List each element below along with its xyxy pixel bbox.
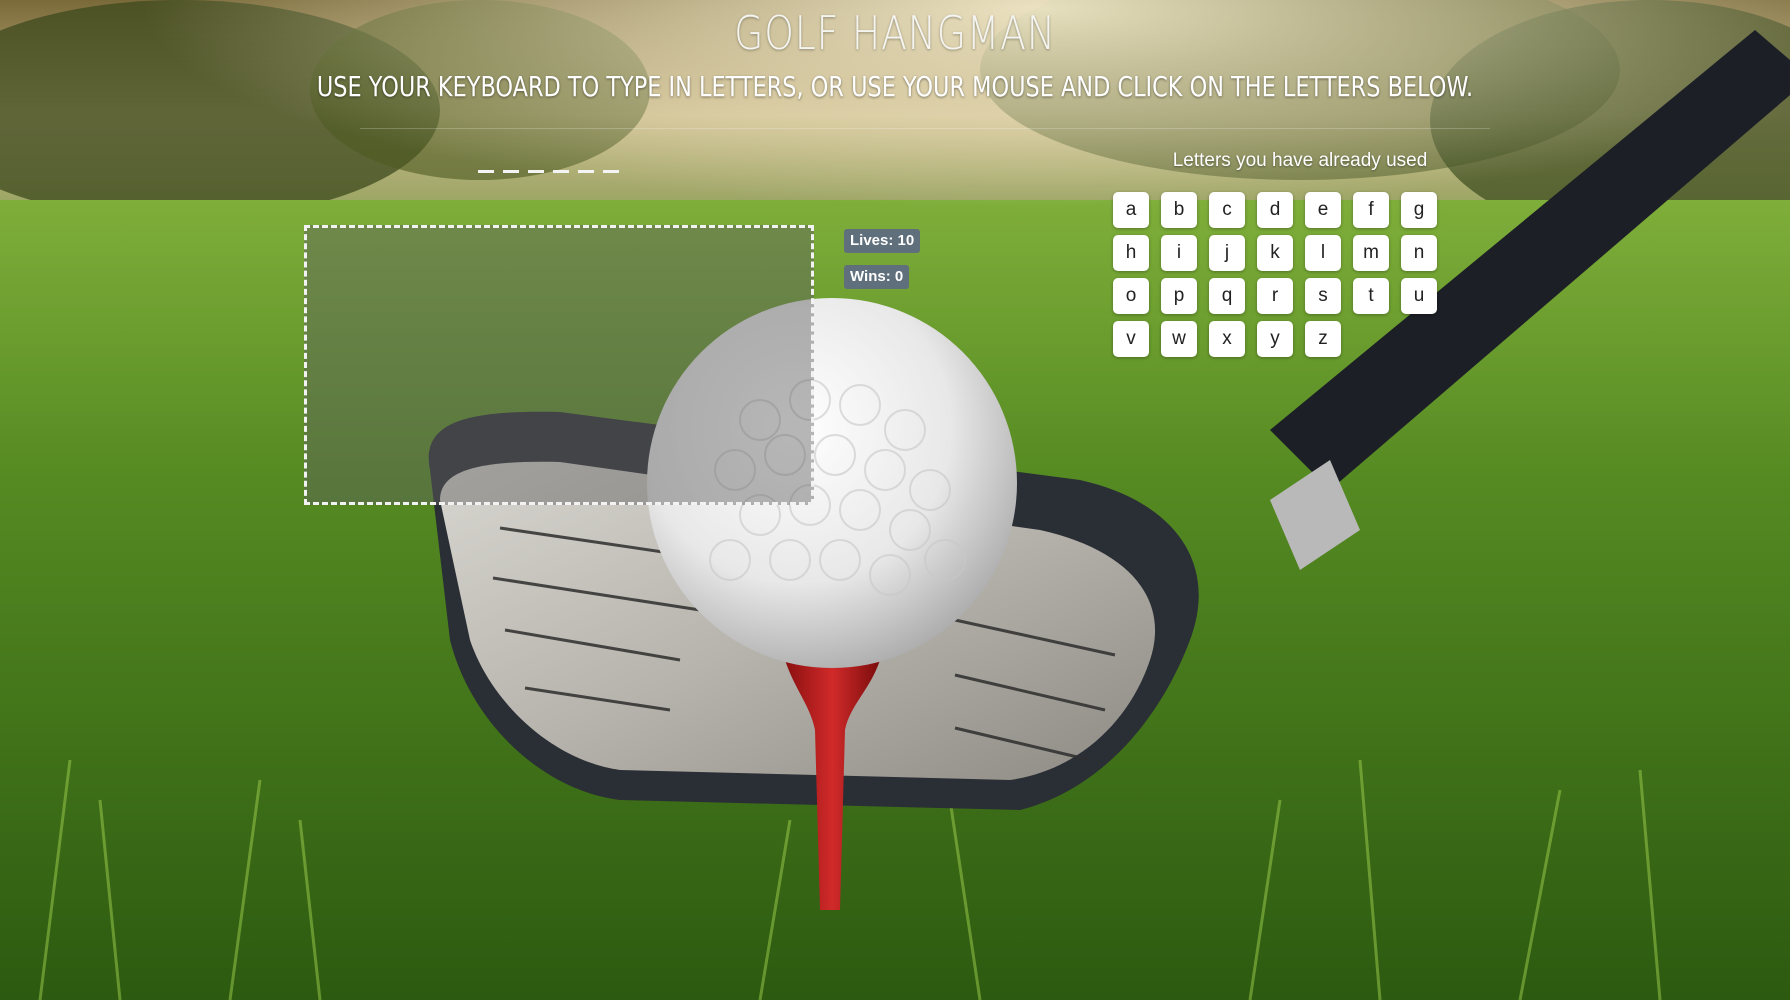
letter-button-c[interactable]: c [1209, 192, 1245, 228]
golf-background-image [0, 0, 1790, 1000]
letter-button-p[interactable]: p [1161, 278, 1197, 314]
header-divider [360, 128, 1490, 129]
letter-button-j[interactable]: j [1209, 235, 1245, 271]
letter-button-f[interactable]: f [1353, 192, 1389, 228]
letter-button-m[interactable]: m [1353, 235, 1389, 271]
letter-blank [603, 170, 619, 173]
letter-button-i[interactable]: i [1161, 235, 1197, 271]
letter-button-h[interactable]: h [1113, 235, 1149, 271]
letter-button-n[interactable]: n [1401, 235, 1437, 271]
letter-button-g[interactable]: g [1401, 192, 1437, 228]
letter-button-v[interactable]: v [1113, 321, 1149, 357]
letter-button-t[interactable]: t [1353, 278, 1389, 314]
letter-blank [553, 170, 569, 173]
letter-button-w[interactable]: w [1161, 321, 1197, 357]
letter-button-d[interactable]: d [1257, 192, 1293, 228]
letter-button-b[interactable]: b [1161, 192, 1197, 228]
letter-button-x[interactable]: x [1209, 321, 1245, 357]
letter-blank [528, 170, 544, 173]
game-page: GOLF HANGMAN USE YOUR KEYBOARD TO TYPE I… [0, 0, 1790, 1000]
letter-button-z[interactable]: z [1305, 321, 1341, 357]
letter-button-s[interactable]: s [1305, 278, 1341, 314]
letter-button-u[interactable]: u [1401, 278, 1437, 314]
wins-badge: Wins: 0 [844, 265, 910, 289]
instructions-text: USE YOUR KEYBOARD TO TYPE IN LETTERS, OR… [316, 70, 1474, 103]
letter-keyboard: a b c d e f g h i j k l m n o p q r s t … [1113, 192, 1453, 357]
word-blanks [478, 170, 619, 173]
letter-button-r[interactable]: r [1257, 278, 1293, 314]
letter-button-y[interactable]: y [1257, 321, 1293, 357]
letter-button-k[interactable]: k [1257, 235, 1293, 271]
letter-button-l[interactable]: l [1305, 235, 1341, 271]
letter-button-o[interactable]: o [1113, 278, 1149, 314]
hangman-drawing-area [304, 225, 814, 505]
letter-button-a[interactable]: a [1113, 192, 1149, 228]
letter-blank [478, 170, 494, 173]
letter-button-q[interactable]: q [1209, 278, 1245, 314]
letter-blank [503, 170, 519, 173]
lives-badge: Lives: 10 [844, 229, 921, 253]
page-title: GOLF HANGMAN [734, 6, 1056, 60]
used-letters-title: Letters you have already used [1172, 150, 1428, 171]
letter-blank [578, 170, 594, 173]
letter-button-e[interactable]: e [1305, 192, 1341, 228]
